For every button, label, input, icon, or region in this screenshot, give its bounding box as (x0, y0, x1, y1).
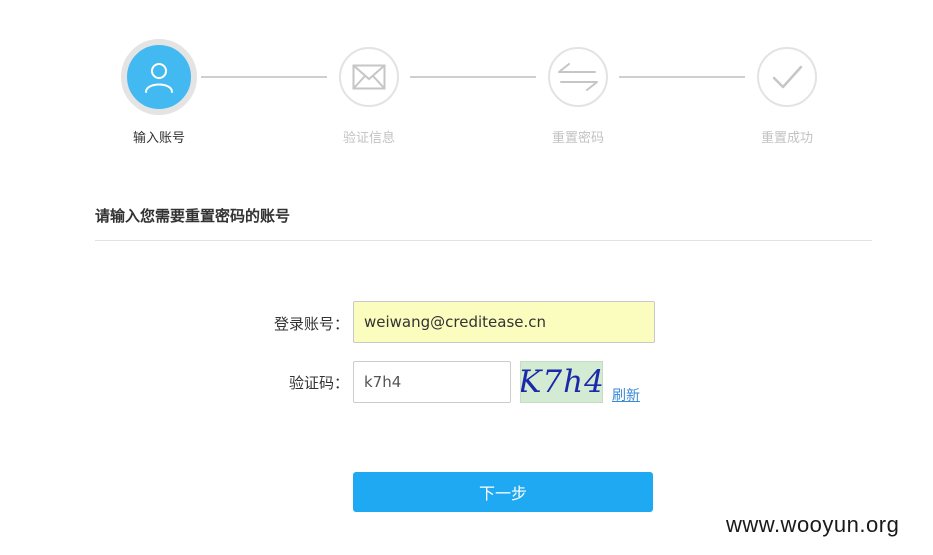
step-connector-3 (619, 76, 745, 78)
next-step-button[interactable]: 下一步 (353, 472, 653, 512)
refresh-captcha-link[interactable]: 刷新 (612, 385, 640, 405)
account-input[interactable] (353, 301, 655, 343)
captcha-label: 验证码： (288, 374, 349, 392)
step-3-label: 重置密码 (551, 131, 604, 146)
progress-stepper: 输入账号 验证信息 重置密码 重置成功 (0, 0, 933, 160)
step-4-circle (757, 47, 817, 107)
step-1-circle (121, 39, 197, 115)
user-icon (145, 63, 173, 93)
account-label: 登录账号： (273, 315, 349, 333)
section-title: 请输入您需要重置密码的账号 (95, 207, 291, 225)
checkmark-icon (772, 65, 803, 89)
step-4-label: 重置成功 (760, 131, 813, 146)
section-divider (95, 240, 872, 241)
step-connector-1 (201, 76, 327, 78)
captcha-input[interactable] (353, 361, 511, 403)
step-connector-2 (410, 76, 536, 78)
reset-password-page: 输入账号 验证信息 重置密码 重置成功 请输入您需要重置密码的账号 登录账号： … (0, 0, 933, 555)
step-2-circle (339, 47, 399, 107)
captcha-image[interactable]: K7h4 (520, 361, 603, 403)
step-2-label: 验证信息 (342, 131, 395, 146)
envelope-icon (352, 64, 386, 90)
swap-arrows-icon (558, 63, 598, 91)
step-1-label: 输入账号 (132, 131, 185, 146)
step-3-circle (548, 47, 608, 107)
watermark: www.wooyun.org (726, 512, 900, 537)
